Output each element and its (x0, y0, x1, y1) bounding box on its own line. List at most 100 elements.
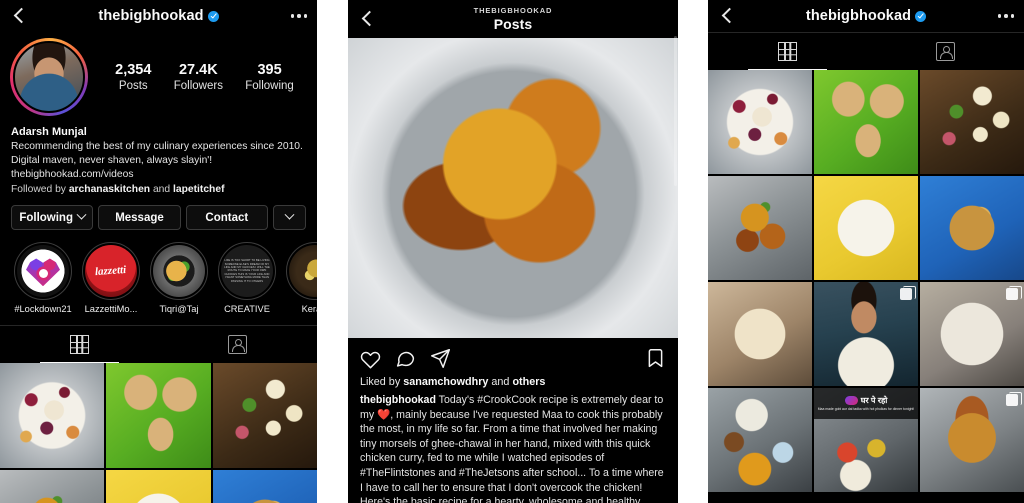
grid-cell[interactable] (708, 388, 812, 492)
grid-cell[interactable] (920, 70, 1024, 174)
grid-cell[interactable] (814, 282, 918, 386)
caption-text: Today's #CrookCook recipe is extremely d… (360, 394, 664, 503)
grid-cell[interactable] (106, 469, 211, 503)
grid-cell[interactable] (814, 176, 918, 280)
highlight-label: CREATIVE (224, 304, 270, 315)
grid-cell[interactable] (106, 363, 211, 468)
tagged-person-icon (935, 42, 955, 61)
grid-cell[interactable] (920, 388, 1024, 492)
highlight-creative[interactable]: LIFE IS TOO SHORT TO BE LIVING SOMEONE E… (218, 242, 276, 314)
profile-panel: thebigbhookad 2,354 Posts 27.4K Follower… (0, 0, 317, 503)
post-eyebrow: THEBIGBHOOKAD (473, 6, 553, 15)
post-photo[interactable] (348, 38, 678, 338)
chevron-down-icon (76, 209, 87, 220)
highlight-cover-text: LIFE IS TOO SHORT TO BE LIVING SOMEONE E… (224, 259, 270, 283)
followed-by-user-1[interactable]: archanaskitchen (69, 184, 150, 195)
tab-tagged[interactable] (159, 326, 318, 363)
liked-by-line: Liked by sanamchowdhry and others (348, 373, 678, 390)
post-title-wrap: THEBIGBHOOKAD Posts (348, 0, 678, 38)
verified-badge-icon (207, 10, 219, 22)
grid-view-username: thebigbhookad (806, 8, 927, 24)
stat-following-label: Following (245, 79, 294, 92)
grid-cell[interactable] (212, 469, 317, 503)
grid-view-tabs (708, 32, 1024, 70)
following-button[interactable]: Following (11, 205, 94, 231)
highlight-lazzetti[interactable]: lazzetti LazzettiMo... (82, 242, 140, 314)
profile-topbar: thebigbhookad (0, 0, 317, 32)
liked-by-prefix: Liked by (360, 376, 404, 388)
highlight-label: #Lockdown21 (14, 304, 72, 315)
grid-cell[interactable] (920, 282, 1024, 386)
screenshot-stage: thebigbhookad 2,354 Posts 27.4K Follower… (0, 0, 1024, 503)
highlight-cover (150, 242, 208, 301)
more-options-button[interactable] (272, 205, 306, 231)
profile-username: thebigbhookad (98, 8, 219, 24)
followed-by-join: and (150, 184, 173, 196)
grid-cell[interactable] (708, 282, 812, 386)
back-chevron-icon[interactable] (358, 9, 378, 29)
verified-badge-icon (915, 10, 927, 22)
chevron-down-icon (284, 209, 295, 220)
tab-tagged[interactable] (866, 33, 1024, 70)
grid-icon (69, 335, 89, 355)
followed-by-line: Followed by archanaskitchen and lapetitc… (11, 182, 306, 197)
carousel-icon (900, 285, 916, 300)
post-caption: thebigbhookad Today's #CrookCook recipe … (348, 390, 678, 503)
stat-following[interactable]: 395 Following (245, 61, 294, 94)
grid-view-title-wrap: thebigbhookad (708, 0, 1024, 32)
carousel-icon (1006, 391, 1022, 406)
liked-by-others[interactable]: others (512, 376, 545, 388)
stat-posts[interactable]: 2,354 Posts (115, 61, 151, 94)
bookmark-icon[interactable] (645, 348, 666, 369)
grid-cell[interactable] (920, 176, 1024, 280)
highlight-kerala[interactable]: Kerala (286, 242, 317, 314)
overlay-title: घर पे रहो (860, 396, 888, 406)
back-chevron-icon[interactable] (718, 6, 738, 26)
profile-photo-grid (0, 363, 317, 503)
avatar (13, 41, 85, 113)
grid-cell[interactable]: घर पे रहो Maa made gobi aur dal tadka wi… (814, 388, 918, 492)
grid-cell[interactable] (0, 363, 105, 468)
grid-cell[interactable] (212, 363, 317, 468)
grid-cell[interactable] (814, 70, 918, 174)
overflow-menu-icon[interactable] (290, 14, 307, 18)
heart-icon[interactable] (360, 348, 381, 369)
share-paper-plane-icon[interactable] (430, 348, 451, 369)
avatar-story-ring[interactable] (10, 38, 88, 116)
panel-gutter (317, 0, 348, 503)
overflow-menu-icon[interactable] (997, 14, 1014, 18)
grid-cell[interactable] (708, 70, 812, 174)
profile-stats: 2,354 Posts 27.4K Followers 395 Followin… (88, 61, 305, 94)
highlight-tiqri-taj[interactable]: Tiqri@Taj (150, 242, 208, 314)
profile-tabs (0, 325, 318, 364)
profile-bio-link[interactable]: thebigbhookad.com/videos (11, 167, 306, 182)
profile-display-name: Adarsh Munjal (11, 126, 87, 138)
liked-by-user[interactable]: sanamchowdhry (403, 376, 488, 388)
comment-bubble-icon[interactable] (395, 348, 416, 369)
tab-grid[interactable] (0, 326, 159, 364)
followed-by-user-2[interactable]: lapetitchef (173, 184, 225, 195)
profile-action-buttons: Following Message Contact (0, 197, 317, 231)
highlight-cover: LIFE IS TOO SHORT TO BE LIVING SOMEONE E… (218, 242, 276, 301)
grid-cell[interactable] (0, 469, 105, 503)
stat-following-count: 395 (257, 61, 282, 78)
story-highlights-row[interactable]: #Lockdown21 lazzetti LazzettiMo... Tiqri… (0, 230, 317, 314)
stay-home-sticker-icon (844, 396, 858, 406)
profile-bio-text: Recommending the best of my culinary exp… (11, 141, 303, 166)
stat-posts-count: 2,354 (115, 61, 152, 78)
scrollbar[interactable] (674, 36, 677, 186)
liked-by-join: and (488, 376, 513, 388)
grid-view-photo-grid: घर पे रहो Maa made gobi aur dal tadka wi… (708, 70, 1024, 492)
contact-button[interactable]: Contact (185, 205, 268, 231)
tab-grid[interactable] (708, 33, 866, 70)
highlight-cover (286, 242, 317, 301)
message-button[interactable]: Message (98, 205, 181, 231)
grid-cell[interactable] (708, 176, 812, 280)
tagged-person-icon (228, 335, 248, 355)
back-chevron-icon[interactable] (10, 6, 30, 26)
stat-followers-count: 27.4K (178, 61, 218, 78)
highlight-lockdown21[interactable]: #Lockdown21 (14, 242, 72, 314)
stat-followers[interactable]: 27.4K Followers (174, 61, 223, 94)
caption-author[interactable]: thebigbhookad (360, 394, 436, 406)
profile-summary-row: 2,354 Posts 27.4K Followers 395 Followin… (0, 32, 317, 120)
